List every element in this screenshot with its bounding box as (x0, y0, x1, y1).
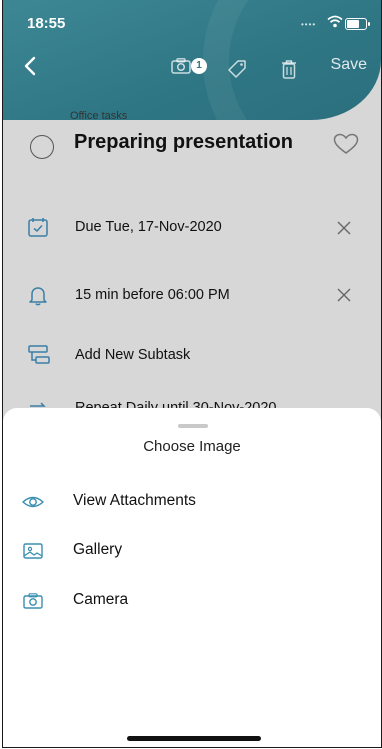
status-indicators: •••• (301, 14, 370, 30)
trash-icon[interactable] (280, 56, 298, 82)
task-title[interactable]: Preparing presentation (74, 131, 293, 154)
camera-icon (23, 593, 43, 609)
gallery-label: Gallery (73, 541, 123, 558)
clear-reminder-icon[interactable] (335, 286, 353, 304)
camera-icon (171, 58, 191, 74)
header-bar: 18:55 •••• 1 Save (3, 0, 381, 120)
sheet-grabber[interactable] (178, 424, 208, 428)
battery-icon (345, 18, 370, 30)
bell-icon (29, 287, 47, 306)
choose-image-sheet: Choose Image View Attachments Gallery Ca (3, 408, 381, 747)
save-button[interactable]: Save (331, 56, 367, 74)
complete-task-checkbox[interactable] (30, 135, 54, 159)
tag-icon[interactable] (227, 56, 247, 82)
subtask-icon (28, 345, 50, 364)
add-subtask-row[interactable]: Add New Subtask (75, 347, 190, 363)
camera-option[interactable]: Camera (3, 581, 381, 621)
view-attachments-label: View Attachments (73, 492, 196, 509)
calendar-icon (28, 218, 48, 237)
favorite-heart-icon[interactable] (333, 133, 359, 155)
home-indicator[interactable] (127, 736, 261, 741)
sheet-title: Choose Image (143, 438, 241, 455)
attachment-button[interactable]: 1 (171, 52, 213, 78)
reminder-row[interactable]: 15 min before 06:00 PM (75, 287, 230, 303)
gallery-option[interactable]: Gallery (3, 531, 381, 571)
gallery-icon (23, 543, 43, 559)
eye-icon (21, 496, 45, 508)
status-time: 18:55 (27, 15, 66, 32)
view-attachments-option[interactable]: View Attachments (3, 482, 381, 522)
clear-due-date-icon[interactable] (335, 219, 353, 237)
back-chevron-icon[interactable] (17, 52, 45, 80)
camera-label: Camera (73, 591, 129, 608)
attachment-count-badge: 1 (191, 58, 207, 74)
signal-icon: •••• (301, 20, 317, 29)
task-category: Office tasks (70, 110, 128, 122)
due-date-row[interactable]: Due Tue, 17-Nov-2020 (75, 219, 222, 235)
wifi-icon (327, 15, 343, 28)
phone-screen: 18:55 •••• 1 Save Office tasks Preparing… (2, 0, 382, 748)
